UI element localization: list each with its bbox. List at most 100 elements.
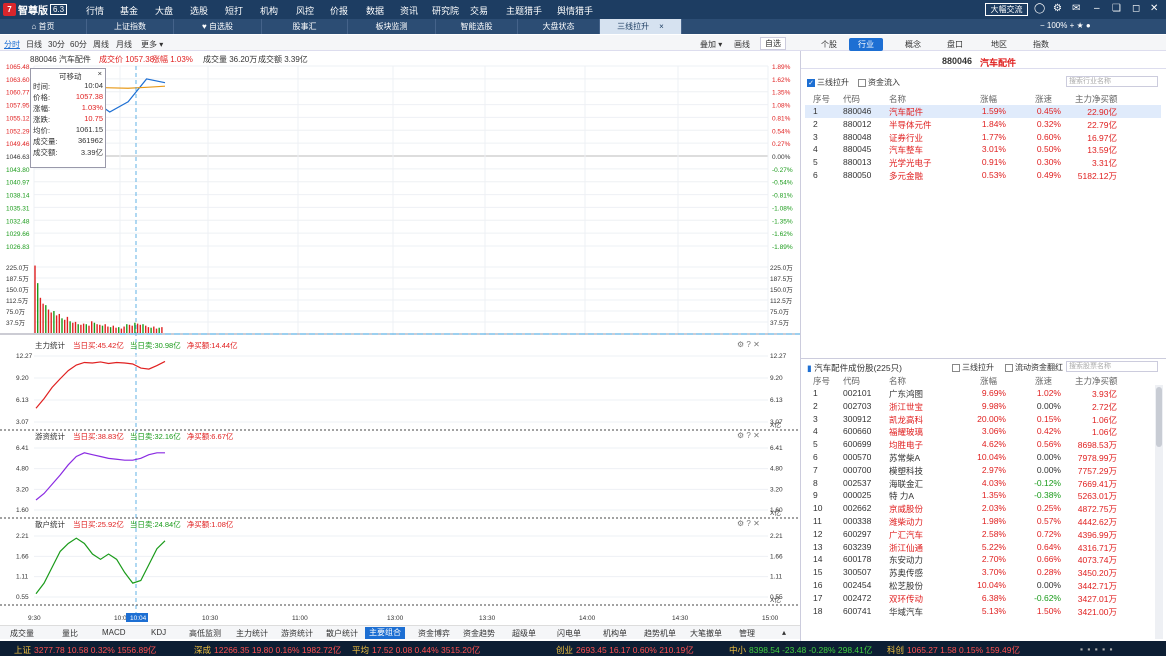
period-option[interactable]: 日线 bbox=[26, 39, 42, 50]
index-quote[interactable]: 上证 3277.78 10.58 0.32% 1556.89亿 bbox=[14, 644, 156, 656]
tab-item[interactable]: 三线拉升 × bbox=[600, 19, 682, 34]
indicator-tab[interactable]: 游资统计 bbox=[281, 628, 313, 639]
stock-filter-three-line[interactable]: 三线拉升 bbox=[952, 362, 994, 373]
tab-item[interactable]: 股事汇 bbox=[262, 19, 348, 34]
table-row[interactable]: 10 002662 京威股份 2.03% 0.25% 4872.75万 bbox=[805, 502, 1161, 515]
bell-icon[interactable]: ▪ bbox=[1080, 644, 1085, 654]
list-icon[interactable]: ▪ bbox=[1102, 644, 1107, 654]
crosshair-tooltip[interactable]: 可移动 × 时间: 10:04 价格: 1057.38 涨幅: 1.03% 涨跌: 10.75… bbox=[30, 68, 106, 168]
table-row[interactable]: 2 880012 半导体元件 1.84% 0.32% 22.79亿 bbox=[805, 118, 1161, 131]
toolbar-right-option[interactable]: 自选 bbox=[760, 37, 786, 50]
menu-item[interactable]: 价报 bbox=[330, 4, 348, 17]
menu-item[interactable]: 机构 bbox=[260, 4, 278, 17]
table-row[interactable]: 18 600741 华域汽车 5.13% 1.50% 3421.00万 bbox=[805, 605, 1161, 618]
period-option[interactable]: 更多 ▾ bbox=[141, 39, 163, 50]
indicator-tab[interactable]: 量比 bbox=[62, 628, 78, 639]
sector-filter-fund[interactable]: 资金流入 bbox=[858, 77, 900, 88]
settings-icon[interactable]: ⚙ bbox=[1053, 3, 1062, 14]
column-header[interactable]: 涨速 bbox=[1035, 93, 1052, 105]
indicator-tab[interactable]: 散户统计 bbox=[326, 628, 358, 639]
tab-close-icon[interactable]: × bbox=[659, 22, 664, 31]
menu-item[interactable]: 交易 bbox=[470, 4, 488, 17]
right-tab[interactable]: 行业 bbox=[849, 38, 883, 51]
chat-icon[interactable]: ▪ bbox=[1087, 644, 1092, 654]
close-icon[interactable]: ✕ bbox=[1150, 3, 1158, 14]
toolbar-right-option[interactable]: 叠加 ▾ bbox=[700, 39, 722, 50]
indicator-tab[interactable]: 主力统计 bbox=[236, 628, 268, 639]
restore-icon[interactable]: ❏ bbox=[1112, 3, 1121, 14]
close-icon[interactable]: ✕ bbox=[753, 340, 760, 349]
settings-icon[interactable]: ⚙ bbox=[737, 519, 746, 528]
stock-filter-fund[interactable]: 流动资金翻红 bbox=[1005, 362, 1063, 373]
menu-item[interactable]: 资讯 bbox=[400, 4, 418, 17]
period-option[interactable]: 60分 bbox=[70, 39, 87, 50]
table-row[interactable]: 6 000570 苏常柴A 10.04% 0.00% 7978.99万 bbox=[805, 451, 1161, 464]
column-header[interactable]: 代码 bbox=[843, 375, 860, 387]
period-option[interactable]: 分时 bbox=[4, 39, 20, 50]
right-tab[interactable]: 指数 bbox=[1033, 39, 1049, 50]
column-header[interactable]: 名称 bbox=[889, 375, 906, 387]
menu-item[interactable]: 大盘 bbox=[155, 4, 173, 17]
table-row[interactable]: 13 603239 浙江仙通 5.22% 0.64% 4316.71万 bbox=[805, 541, 1161, 554]
column-header[interactable]: 涨幅 bbox=[980, 93, 997, 105]
pin-icon[interactable]: ● bbox=[1086, 21, 1091, 30]
column-header[interactable]: 涨速 bbox=[1035, 375, 1052, 387]
checkbox-icon[interactable] bbox=[952, 363, 960, 372]
indicator-tab[interactable]: 闪电单 bbox=[557, 628, 581, 639]
right-tab[interactable]: 个股 bbox=[821, 39, 837, 50]
sector-search-input[interactable]: 搜索行业名称 bbox=[1066, 76, 1158, 87]
checkbox-icon[interactable] bbox=[858, 78, 866, 87]
tooltip-close-icon[interactable]: × bbox=[98, 69, 102, 78]
checkbox-icon[interactable]: ✓ bbox=[807, 78, 815, 87]
toolbar-right-option[interactable]: 画线 bbox=[734, 39, 750, 50]
settings-icon[interactable]: ⚙ bbox=[737, 431, 746, 440]
indicator-tab[interactable]: 趋势机单 bbox=[644, 628, 676, 639]
stock-search-input[interactable]: 搜索股票名称 bbox=[1066, 361, 1158, 372]
collapse-icon[interactable]: ▴ bbox=[782, 628, 786, 637]
menu-item[interactable]: 基金 bbox=[120, 4, 138, 17]
tab-item[interactable]: 大盘状态 bbox=[518, 19, 600, 34]
column-header[interactable]: 涨幅 bbox=[980, 375, 997, 387]
tab-item[interactable]: ⌂ 首页 bbox=[0, 19, 87, 34]
index-quote[interactable]: 创业 2693.45 16.17 0.60% 210.19亿 bbox=[556, 644, 694, 656]
scrollbar-thumb[interactable] bbox=[1156, 387, 1162, 447]
table-row[interactable]: 2 002703 浙江世宝 9.98% 0.00% 2.72亿 bbox=[805, 400, 1161, 413]
period-option[interactable]: 周线 bbox=[93, 39, 109, 50]
indicator-tab[interactable]: 资金趋势 bbox=[463, 628, 495, 639]
menu-item[interactable]: 主题猎手 bbox=[506, 4, 542, 17]
table-row[interactable]: 12 600297 广汇汽车 2.58% 0.72% 4396.99万 bbox=[805, 528, 1161, 541]
table-row[interactable]: 15 300507 苏奥传感 3.70% 0.28% 3450.20万 bbox=[805, 566, 1161, 579]
star-icon[interactable]: ★ bbox=[1077, 21, 1084, 30]
indicator-tab[interactable]: 主要组合 bbox=[365, 627, 405, 639]
index-quote[interactable]: 深成 12266.35 19.80 0.16% 1982.72亿 bbox=[194, 644, 341, 656]
indicator-tab[interactable]: KDJ bbox=[151, 628, 166, 637]
app-logo[interactable]: 7 智尊版 6.3 bbox=[3, 2, 68, 17]
close-icon[interactable]: ✕ bbox=[753, 431, 760, 440]
table-row[interactable]: 4 880045 汽车整车 3.01% 0.50% 13.59亿 bbox=[805, 143, 1161, 156]
table-row[interactable]: 3 300912 凯龙高科 20.00% 0.15% 1.06亿 bbox=[805, 413, 1161, 426]
table-row[interactable]: 4 600660 福耀玻璃 3.06% 0.42% 1.06亿 bbox=[805, 425, 1161, 438]
index-quote[interactable]: 科创 1065.27 1.58 0.15% 159.49亿 bbox=[887, 644, 1020, 656]
settings-icon[interactable]: ⚙ bbox=[737, 340, 746, 349]
table-row[interactable]: 14 600178 东安动力 2.70% 0.66% 4073.74万 bbox=[805, 553, 1161, 566]
column-header[interactable]: 主力净买额 bbox=[1075, 93, 1118, 105]
big-exchange-button[interactable]: 大幅交流 bbox=[985, 3, 1028, 16]
menu-item[interactable]: 研究院 bbox=[432, 4, 459, 17]
index-quote[interactable]: 平均 17.52 0.08 0.44% 3515.20亿 bbox=[352, 644, 480, 656]
zoom-out-icon[interactable]: − bbox=[1040, 21, 1045, 30]
column-header[interactable]: 序号 bbox=[813, 93, 830, 105]
indicator-tab[interactable]: 机构单 bbox=[603, 628, 627, 639]
right-tab[interactable]: 盘口 bbox=[947, 39, 963, 50]
menu-item[interactable]: 短打 bbox=[225, 4, 243, 17]
indicator-tab[interactable]: MACD bbox=[102, 628, 126, 637]
menu-item[interactable]: 行情 bbox=[86, 4, 104, 17]
period-option[interactable]: 月线 bbox=[116, 39, 132, 50]
tab-item[interactable]: 板块监测 bbox=[348, 19, 436, 34]
right-tab[interactable]: 概念 bbox=[905, 39, 921, 50]
tab-item[interactable]: ♥ 自选股 bbox=[174, 19, 262, 34]
table-row[interactable]: 6 880050 多元金融 0.53% 0.49% 5182.12万 bbox=[805, 169, 1161, 182]
sector-filter-three-line[interactable]: ✓ 三线拉升 bbox=[807, 77, 849, 88]
indicator-tab[interactable]: 高低监测 bbox=[189, 628, 221, 639]
column-header[interactable]: 名称 bbox=[889, 93, 906, 105]
tab-item[interactable]: 上证指数 bbox=[87, 19, 174, 34]
